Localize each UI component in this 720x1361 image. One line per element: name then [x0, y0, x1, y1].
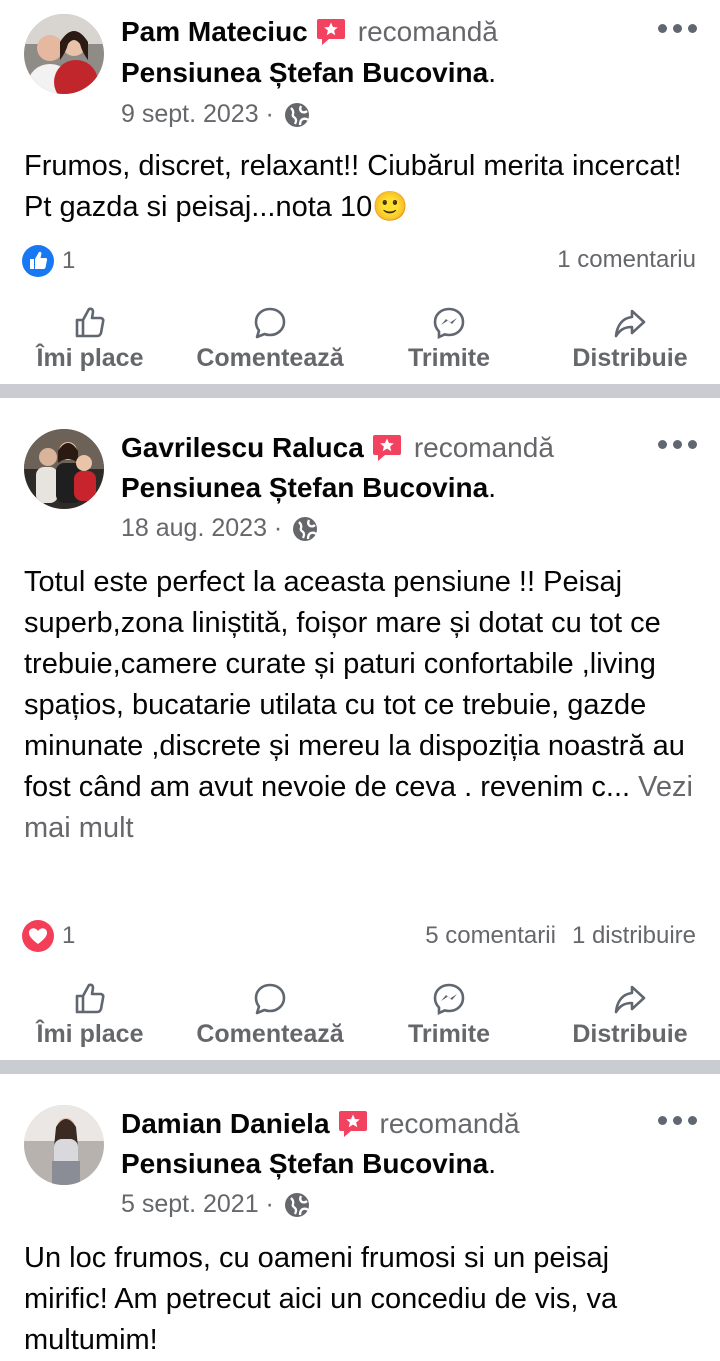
share-icon — [614, 309, 646, 338]
post-header: Gavrilescu Raluca recomandă — [121, 432, 554, 464]
avatar[interactable] — [24, 14, 104, 94]
share-button[interactable]: Distribuie — [566, 306, 694, 373]
send-label: Trimite — [408, 1020, 490, 1048]
post-date[interactable]: 5 sept. 2021 · — [121, 1190, 274, 1219]
messenger-icon — [433, 983, 465, 1016]
share-label: Distribuie — [572, 1020, 688, 1048]
page-name[interactable]: Pensiunea Ștefan Bucovina — [121, 472, 488, 503]
post-meta: 18 aug. 2023 · — [121, 514, 318, 543]
send-button[interactable]: Trimite — [394, 306, 504, 373]
author-name[interactable]: Gavrilescu Raluca — [121, 432, 364, 464]
globe-icon — [292, 516, 318, 542]
send-label: Trimite — [408, 344, 490, 372]
share-count[interactable]: 1 distribuire — [572, 922, 696, 949]
post-text-content: Frumos, discret, relaxant!! Ciubărul mer… — [24, 150, 682, 223]
more-icon[interactable] — [658, 440, 698, 452]
author-name[interactable]: Pam Mateciuc — [121, 16, 308, 48]
comment-button[interactable]: Comentează — [190, 306, 350, 373]
post-text-content: Totul este perfect la aceasta pensiune !… — [24, 566, 685, 803]
action-bar: Îmi place Comentează Trimite Distribuie — [0, 982, 720, 1052]
share-icon — [614, 985, 646, 1014]
action-bar: Îmi place Comentează Trimite Distribuie — [0, 306, 720, 376]
review-post: Gavrilescu Raluca recomandă Pensiunea Șt… — [0, 398, 720, 1060]
recommend-icon — [338, 1110, 368, 1138]
like-label: Îmi place — [36, 344, 144, 372]
more-icon[interactable] — [658, 1116, 698, 1128]
avatar[interactable] — [24, 429, 104, 509]
review-post: Damian Daniela recomandă Pensiunea Ștefa… — [0, 1074, 720, 1358]
post-date[interactable]: 9 sept. 2023 · — [121, 100, 274, 129]
share-label: Distribuie — [572, 344, 688, 372]
comment-icon — [254, 983, 286, 1015]
review-post: Pam Mateciuc recomandă Pensiunea Ștefan … — [0, 0, 720, 384]
like-button[interactable]: Îmi place — [30, 306, 150, 373]
reaction-count: 1 — [62, 247, 76, 274]
post-separator — [0, 384, 720, 398]
thumbs-up-icon — [75, 983, 105, 1014]
post-header: Pam Mateciuc recomandă — [121, 16, 498, 48]
reaction-summary[interactable]: 1 — [22, 243, 75, 279]
post-text: Totul este perfect la aceasta pensiune !… — [24, 562, 700, 849]
comment-icon — [254, 307, 286, 339]
love-reaction-icon — [22, 920, 54, 952]
page-name-line: Pensiunea Ștefan Bucovina. — [121, 472, 496, 503]
post-meta: 5 sept. 2021 · — [121, 1190, 310, 1219]
thumbs-up-icon — [75, 307, 105, 338]
recommend-icon — [372, 434, 402, 462]
globe-icon — [284, 1192, 310, 1218]
more-icon[interactable] — [658, 24, 698, 36]
comment-count[interactable]: 5 comentarii — [425, 922, 556, 949]
like-button[interactable]: Îmi place — [30, 982, 150, 1049]
engagement-counts: 1 comentariu — [557, 246, 696, 274]
reaction-summary[interactable]: 1 — [22, 918, 75, 954]
post-text: Frumos, discret, relaxant!! Ciubărul mer… — [24, 146, 704, 228]
page-name-line: Pensiunea Ștefan Bucovina. — [121, 57, 496, 88]
recommends-label: recomandă — [357, 16, 498, 47]
page-name[interactable]: Pensiunea Ștefan Bucovina — [121, 1148, 488, 1179]
comment-count[interactable]: 1 comentariu — [557, 246, 696, 273]
post-text: Un loc frumos, cu oameni frumosi si un p… — [24, 1238, 700, 1361]
author-name[interactable]: Damian Daniela — [121, 1108, 330, 1140]
page-name-line: Pensiunea Ștefan Bucovina. — [121, 1148, 496, 1179]
comment-label: Comentează — [196, 344, 344, 372]
reaction-count: 1 — [62, 922, 76, 949]
send-button[interactable]: Trimite — [394, 982, 504, 1049]
messenger-icon — [433, 307, 465, 340]
post-header: Damian Daniela recomandă — [121, 1108, 520, 1140]
engagement-counts: 5 comentarii 1 distribuire — [425, 922, 696, 950]
post-date[interactable]: 18 aug. 2023 · — [121, 514, 282, 543]
like-reaction-icon — [22, 245, 54, 277]
recommends-label: recomandă — [413, 432, 554, 463]
post-meta: 9 sept. 2023 · — [121, 100, 310, 129]
post-separator — [0, 1060, 720, 1074]
comment-label: Comentează — [196, 1020, 344, 1048]
post-text-content: Un loc frumos, cu oameni frumosi si un p… — [24, 1242, 618, 1356]
page-name[interactable]: Pensiunea Ștefan Bucovina — [121, 57, 488, 88]
recommends-label: recomandă — [379, 1108, 520, 1139]
share-button[interactable]: Distribuie — [566, 982, 694, 1049]
recommend-icon — [316, 18, 346, 46]
globe-icon — [284, 102, 310, 128]
like-label: Îmi place — [36, 1020, 144, 1048]
comment-button[interactable]: Comentează — [190, 982, 350, 1049]
avatar[interactable] — [24, 1105, 104, 1185]
